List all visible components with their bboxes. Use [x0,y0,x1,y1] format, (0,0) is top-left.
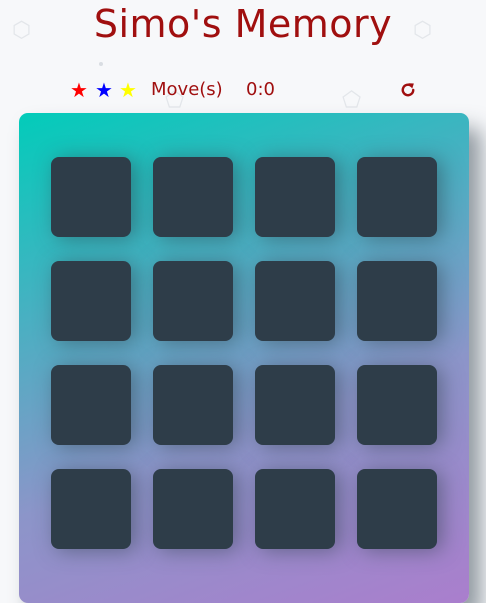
memory-card[interactable] [255,469,335,549]
star-rating-icon: ★ [95,78,113,102]
memory-card[interactable] [357,157,437,237]
memory-card[interactable] [153,157,233,237]
restart-button[interactable] [397,78,419,102]
memory-card[interactable] [357,365,437,445]
restart-icon [401,83,415,97]
page-title: Simo's Memory [93,2,393,46]
memory-card[interactable] [153,365,233,445]
star-rating-icon: ★ [70,78,88,102]
memory-card[interactable] [153,261,233,341]
memory-card[interactable] [51,261,131,341]
card-deck [19,113,469,603]
moves-counter: Move(s) [151,79,223,100]
memory-card[interactable] [51,365,131,445]
memory-card[interactable] [153,469,233,549]
memory-card[interactable] [51,469,131,549]
star-rating-icon: ★ [119,78,137,102]
memory-card[interactable] [255,261,335,341]
memory-card[interactable] [255,365,335,445]
memory-card[interactable] [357,469,437,549]
background-dot [99,62,103,66]
score-panel: ★ ★ ★ Move(s) 0:0 [0,78,486,104]
memory-card[interactable] [357,261,437,341]
timer: 0:0 [246,79,275,100]
memory-card[interactable] [51,157,131,237]
memory-card[interactable] [255,157,335,237]
